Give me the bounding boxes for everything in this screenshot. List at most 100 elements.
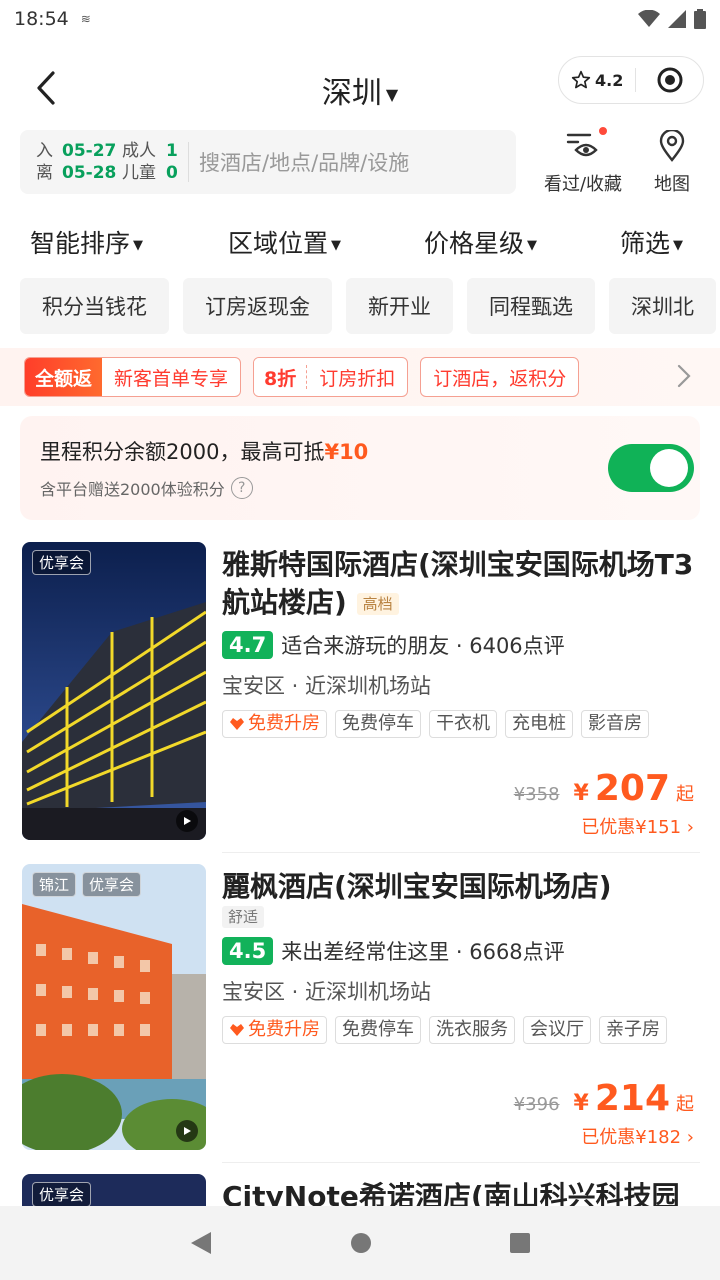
promo-text: 订房折扣 bbox=[319, 367, 396, 390]
member-tag: 优享会 bbox=[82, 872, 142, 897]
currency-symbol: ¥ bbox=[573, 781, 589, 806]
hotel-price: 214 bbox=[594, 1078, 670, 1119]
sort-filter[interactable]: 筛选 ▼ bbox=[620, 224, 683, 260]
points-note-text: 含平台赠送2000体验积分 bbox=[40, 480, 225, 499]
sort-area[interactable]: 区域位置 ▼ bbox=[228, 224, 341, 260]
sort-area-label: 区域位置 bbox=[228, 229, 329, 258]
hotel-info: 雅斯特国际酒店(深圳宝安国际机场T3航站楼店) 高档 4.7 适合来游玩的朋友 … bbox=[222, 546, 702, 738]
child-count: 0 bbox=[166, 163, 178, 183]
hotel-card[interactable]: 优享会 CityNote希诺酒店(南山科兴科技园 bbox=[0, 1174, 720, 1206]
date-guest-selector[interactable]: 入 05-27 成人 1 离 05-28 儿童 0 bbox=[36, 140, 182, 184]
mini-program-capsule: 4.2 bbox=[558, 56, 704, 104]
promo-strip[interactable]: 全额返 新客首单专享 8折 订房折扣 订酒店，返积分 bbox=[0, 348, 720, 406]
chevron-right-icon: › bbox=[681, 817, 694, 838]
map-button[interactable]: 地图 bbox=[646, 130, 698, 196]
facility-tags: 免费升房 免费停车 干衣机 充电桩 影音房 bbox=[222, 710, 702, 738]
discount-info[interactable]: 已优惠¥182 › bbox=[514, 1123, 694, 1149]
points-balance: 里程积分余额2000，最高可抵¥10 bbox=[40, 436, 368, 466]
sort-filter-label: 筛选 bbox=[620, 229, 671, 258]
caret-down-icon: ▼ bbox=[331, 237, 342, 253]
chip-shenzhen-north[interactable]: 深圳北 bbox=[609, 278, 716, 334]
points-toggle[interactable] bbox=[608, 444, 694, 492]
search-bar[interactable]: 入 05-27 成人 1 离 05-28 儿童 0 搜酒店/地点/品牌/设施 bbox=[20, 130, 516, 194]
hotel-grade: 舒适 bbox=[222, 906, 265, 928]
wifi-icon bbox=[638, 10, 660, 27]
caret-down-icon: ▼ bbox=[527, 237, 538, 253]
promo-discount[interactable]: 8折 订房折扣 bbox=[253, 357, 409, 397]
sort-smart-label: 智能排序 bbox=[30, 229, 131, 258]
price-from-label: 起 bbox=[676, 1094, 694, 1115]
points-amount: ¥10 bbox=[324, 440, 369, 464]
hotel-photo[interactable]: 锦江 优享会 bbox=[22, 864, 206, 1150]
points-card: 里程积分余额2000，最高可抵¥10 含平台赠送2000体验积分 ? bbox=[20, 416, 700, 520]
hotel-photo[interactable]: 优享会 bbox=[22, 542, 206, 840]
hotel-name[interactable]: 麗枫酒店(深圳宝安国际机场店) bbox=[222, 868, 702, 906]
crown-heart-icon bbox=[230, 1024, 244, 1036]
points-note: 含平台赠送2000体验积分 ? bbox=[40, 476, 253, 500]
price-from-label: 起 bbox=[676, 784, 694, 805]
review-summary: 适合来游玩的朋友 · 6406点评 bbox=[281, 634, 565, 658]
target-icon bbox=[657, 67, 682, 93]
sort-price-star[interactable]: 价格星级 ▼ bbox=[424, 224, 537, 260]
toggle-knob bbox=[650, 449, 688, 487]
facility-tag: 亲子房 bbox=[599, 1016, 667, 1044]
nav-back-icon[interactable] bbox=[189, 1230, 213, 1256]
caret-down-icon: ▼ bbox=[673, 237, 684, 253]
photo-tags: 优享会 bbox=[32, 550, 92, 575]
chip-points[interactable]: 积分当钱花 bbox=[20, 278, 169, 334]
promo-full-refund[interactable]: 全额返 新客首单专享 bbox=[24, 357, 242, 397]
hotel-name[interactable]: CityNote希诺酒店(南山科兴科技园 bbox=[222, 1178, 702, 1206]
help-icon[interactable]: ? bbox=[230, 477, 253, 499]
facility-tag: 免费停车 bbox=[335, 1016, 421, 1044]
hotel-photo[interactable]: 优享会 bbox=[22, 1174, 206, 1206]
sort-smart[interactable]: 智能排序 ▼ bbox=[30, 224, 143, 260]
facility-tag-text: 免费升房 bbox=[248, 1019, 320, 1040]
original-price: ¥396 bbox=[513, 1094, 560, 1115]
checkin-label: 入 bbox=[36, 141, 53, 161]
battery-icon bbox=[694, 9, 706, 29]
nav-recents-icon[interactable] bbox=[509, 1232, 531, 1254]
brand-tag: 锦江 bbox=[32, 872, 77, 897]
chevron-right-icon[interactable] bbox=[676, 362, 692, 390]
eye-list-icon bbox=[566, 133, 598, 157]
viewed-favorites-label: 看过/收藏 bbox=[543, 174, 623, 195]
city-name: 深圳 bbox=[321, 76, 382, 111]
video-play-icon[interactable] bbox=[176, 1120, 198, 1142]
price-block: ¥396 ¥214 起 已优惠¥182 › bbox=[514, 1078, 694, 1149]
card-divider bbox=[222, 1162, 700, 1163]
hotel-location: 宝安区 · 近深圳机场站 bbox=[222, 980, 432, 1004]
promo-tag: 8折 bbox=[254, 358, 307, 396]
price-block: ¥358 ¥207 起 已优惠¥151 › bbox=[514, 768, 694, 839]
hotel-name[interactable]: 雅斯特国际酒店(深圳宝安国际机场T3航站楼店) 高档 bbox=[222, 546, 702, 622]
rating-value: 4.2 bbox=[595, 70, 624, 90]
photo-tags: 锦江 优享会 bbox=[32, 872, 142, 897]
discount-text: 已优惠¥182 bbox=[581, 1127, 682, 1148]
map-pin-icon bbox=[659, 130, 685, 162]
member-tag: 优享会 bbox=[32, 1182, 92, 1206]
rating-button[interactable]: 4.2 bbox=[559, 70, 635, 90]
status-time: 18:54 bbox=[14, 8, 69, 30]
viewed-favorites-button[interactable]: 看过/收藏 bbox=[536, 126, 630, 196]
chip-selected[interactable]: 同程甄选 bbox=[467, 278, 595, 334]
review-summary: 来出差经常住这里 · 6668点评 bbox=[281, 940, 565, 964]
chip-cashback[interactable]: 订房返现金 bbox=[183, 278, 332, 334]
hotel-card[interactable]: 优享会 雅斯特国际酒店(深圳宝安国际机场T3航站楼店) 高档 4.7 适合来游玩… bbox=[0, 542, 720, 842]
chip-new-open[interactable]: 新开业 bbox=[346, 278, 453, 334]
facility-tag: 干衣机 bbox=[429, 710, 497, 738]
sort-filter-bar: 智能排序 ▼ 区域位置 ▼ 价格星级 ▼ 筛选 ▼ bbox=[0, 216, 720, 264]
discount-text: 已优惠¥151 bbox=[581, 817, 682, 838]
facility-tag: 充电桩 bbox=[505, 710, 573, 738]
hotel-card[interactable]: 锦江 优享会 麗枫酒店(深圳宝安国际机场店) 舒适 4.5 来出差经常住这里 ·… bbox=[0, 864, 720, 1164]
discount-info[interactable]: 已优惠¥151 › bbox=[514, 813, 694, 839]
nav-home-icon[interactable] bbox=[350, 1232, 372, 1254]
video-play-icon[interactable] bbox=[176, 810, 198, 832]
promo-points-back[interactable]: 订酒店，返积分 bbox=[420, 357, 580, 397]
search-input[interactable]: 搜酒店/地点/品牌/设施 bbox=[199, 147, 409, 177]
search-divider bbox=[188, 142, 189, 182]
star-icon bbox=[571, 70, 591, 89]
close-mini-program-button[interactable] bbox=[636, 66, 703, 94]
facility-tag: 洗衣服务 bbox=[429, 1016, 515, 1044]
facility-tag: 免费停车 bbox=[335, 710, 421, 738]
hotel-building-image bbox=[22, 864, 206, 1150]
status-bar: 18:54 ≋ bbox=[0, 0, 720, 38]
